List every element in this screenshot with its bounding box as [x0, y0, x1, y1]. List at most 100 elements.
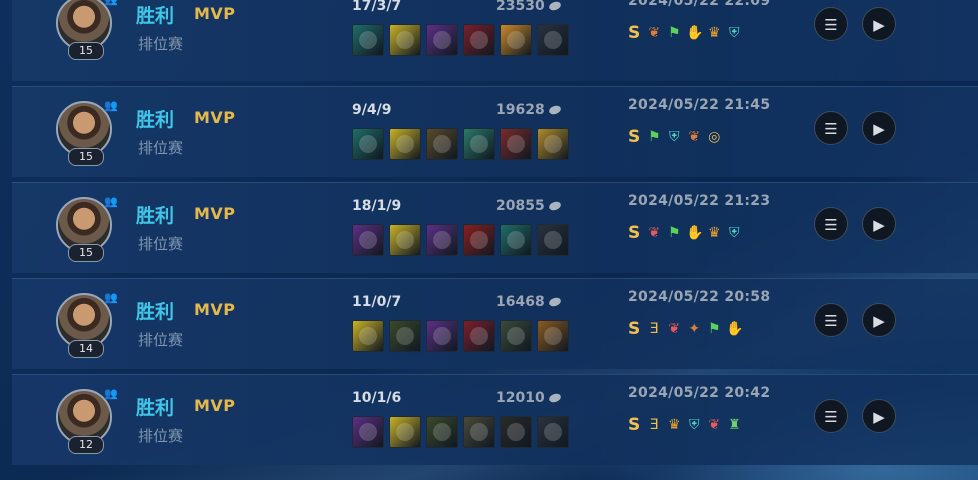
item-slot-icon — [500, 320, 532, 352]
hand-icon: ✋ — [686, 225, 704, 241]
kda-label: 9/4/9 — [352, 102, 392, 118]
grade-label: S — [628, 23, 641, 43]
item-slots — [352, 224, 569, 256]
item-slot-icon — [352, 24, 384, 56]
gold-value: 16468 — [496, 294, 562, 310]
item-slot-icon — [500, 128, 532, 160]
gold-icon — [547, 104, 562, 116]
grade-label: S — [628, 415, 641, 435]
hero-avatar: 15 👥 — [56, 0, 118, 60]
mvp-label: MVP — [194, 300, 236, 319]
kda-label: 10/1/6 — [352, 390, 402, 406]
tower-icon: ♜ — [727, 417, 741, 433]
gold-amount: 20855 — [496, 198, 545, 214]
item-slot-icon — [500, 24, 532, 56]
item-slot-icon — [389, 416, 421, 448]
wings-icon: ❦ — [668, 321, 681, 337]
item-slot-icon — [463, 128, 495, 160]
gold-icon — [547, 0, 562, 12]
level-badge: 15 — [68, 42, 104, 60]
achievement-badges: S Ǝ ♛ ⛨ ❦ ♜ — [628, 415, 742, 435]
details-button[interactable]: ☰ — [814, 399, 848, 433]
coins-icon: ◎ — [708, 129, 721, 145]
item-slot-icon — [389, 24, 421, 56]
item-slot-icon — [537, 416, 569, 448]
item-slot-icon — [389, 224, 421, 256]
mvp-label: MVP — [194, 108, 236, 127]
triple-icon: Ǝ — [649, 417, 659, 433]
item-slot-icon — [352, 416, 384, 448]
achievement-badges: S ⚑ ⛨ ❦ ◎ — [628, 127, 722, 147]
level-badge: 14 — [68, 340, 104, 358]
replay-button[interactable]: ▶ — [862, 399, 896, 433]
match-row[interactable]: 14 👥 胜利 MVP 排位赛 11/0/7 16468 2024/05/22 … — [12, 278, 978, 369]
gold-icon — [547, 296, 562, 308]
gold-icon — [547, 200, 562, 212]
mvp-label: MVP — [194, 4, 236, 23]
match-row[interactable]: 15 👥 胜利 MVP 排位赛 18/1/9 20855 2024/05/22 … — [12, 182, 978, 273]
match-row[interactable]: 12 👥 胜利 MVP 排位赛 10/1/6 12010 2024/05/22 … — [12, 374, 978, 465]
replay-button[interactable]: ▶ — [862, 7, 896, 41]
details-button[interactable]: ☰ — [814, 207, 848, 241]
replay-button[interactable]: ▶ — [862, 111, 896, 145]
item-slot-icon — [463, 416, 495, 448]
gold-value: 23530 — [496, 0, 562, 14]
item-slot-icon — [537, 24, 569, 56]
team-icon: 👥 — [104, 0, 118, 7]
details-button[interactable]: ☰ — [814, 7, 848, 41]
level-badge: 15 — [68, 244, 104, 262]
level-badge: 15 — [68, 148, 104, 166]
wings-icon: ❦ — [648, 225, 661, 241]
match-row[interactable]: 15 👥 胜利 MVP 排位赛 17/3/7 23530 2024/05/22 … — [12, 0, 978, 81]
gold-value: 19628 — [496, 102, 562, 118]
details-button[interactable]: ☰ — [814, 303, 848, 337]
crown-icon: ♛ — [707, 225, 721, 241]
match-time: 2024/05/22 22:09 — [628, 0, 771, 9]
team-icon: 👥 — [104, 387, 118, 400]
mode-label: 排位赛 — [138, 235, 184, 253]
item-slots — [352, 128, 569, 160]
item-slot-icon — [500, 416, 532, 448]
item-slots — [352, 24, 569, 56]
wings-icon: ❦ — [648, 25, 661, 41]
match-time: 2024/05/22 20:42 — [628, 385, 771, 401]
crest-icon: ✦ — [688, 321, 701, 337]
grade-label: S — [628, 223, 641, 243]
item-slot-icon — [426, 320, 458, 352]
flag-icon: ⚑ — [667, 225, 681, 241]
hand-icon: ✋ — [686, 25, 704, 41]
kda-label: 11/0/7 — [352, 294, 402, 310]
mode-label: 排位赛 — [138, 139, 184, 157]
kda-label: 17/3/7 — [352, 0, 402, 14]
item-slot-icon — [537, 320, 569, 352]
result-label: 胜利 — [136, 301, 175, 323]
gold-amount: 19628 — [496, 102, 545, 118]
flag-icon: ⚑ — [707, 321, 721, 337]
gold-amount: 16468 — [496, 294, 545, 310]
mode-label: 排位赛 — [138, 35, 184, 53]
mvp-label: MVP — [194, 396, 236, 415]
details-button[interactable]: ☰ — [814, 111, 848, 145]
crown-icon: ♛ — [667, 417, 681, 433]
hand-icon: ✋ — [726, 321, 744, 337]
match-time: 2024/05/22 20:58 — [628, 289, 771, 305]
item-slot-icon — [500, 224, 532, 256]
achievement-badges: S Ǝ ❦ ✦ ⚑ ✋ — [628, 319, 744, 339]
match-history-list: 15 👥 胜利 MVP 排位赛 17/3/7 23530 2024/05/22 … — [12, 0, 978, 470]
replay-button[interactable]: ▶ — [862, 207, 896, 241]
item-slots — [352, 416, 569, 448]
gold-icon — [547, 392, 562, 404]
team-icon: 👥 — [104, 291, 118, 304]
item-slot-icon — [352, 224, 384, 256]
result-label: 胜利 — [136, 397, 175, 419]
match-row[interactable]: 15 👥 胜利 MVP 排位赛 9/4/9 19628 2024/05/22 2… — [12, 86, 978, 177]
flag-icon: ⚑ — [647, 129, 661, 145]
mvp-label: MVP — [194, 204, 236, 223]
replay-button[interactable]: ▶ — [862, 303, 896, 337]
hero-avatar: 15 👥 — [56, 195, 118, 262]
flag-icon: ⚑ — [667, 25, 681, 41]
kda-label: 18/1/9 — [352, 198, 402, 214]
gold-amount: 23530 — [496, 0, 545, 14]
achievement-badges: S ❦ ⚑ ✋ ♛ ⛨ — [628, 223, 742, 243]
grade-label: S — [628, 319, 641, 339]
